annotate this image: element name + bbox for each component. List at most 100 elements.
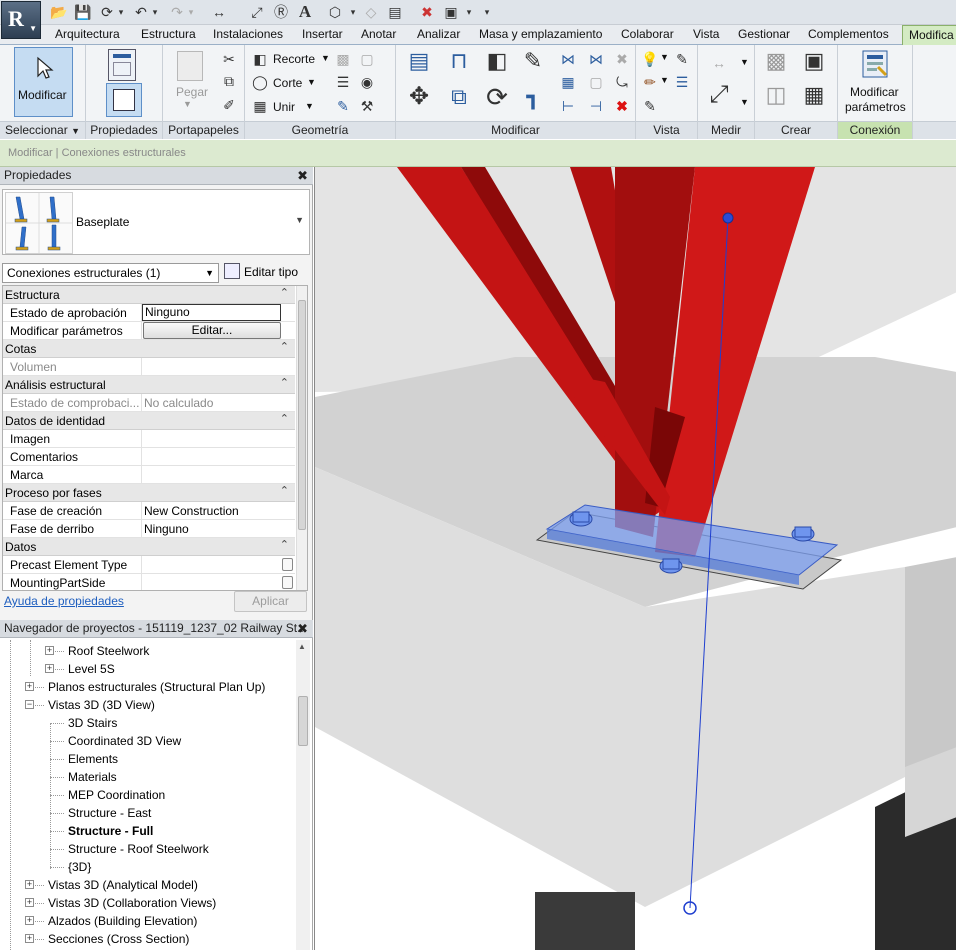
edit-parameters-button[interactable]: Editar... [143,322,281,339]
collapse-chevron-icon[interactable]: ⌃ [280,412,289,425]
collapse-chevron-icon[interactable]: ⌃ [280,484,289,497]
create-group-icon[interactable]: ▦ [799,84,829,113]
property-row[interactable]: Estado de aprobación Ninguno [3,304,295,322]
browser-item[interactable]: Level 5S [68,660,115,678]
property-checkbox[interactable] [282,576,293,589]
cope-label[interactable]: Recorte [273,52,315,66]
switch-windows-icon[interactable]: ▣ [442,3,460,21]
tab-structure[interactable]: Estructura [141,25,196,45]
tab-architecture[interactable]: Arquitectura [55,25,120,45]
browser-item[interactable]: Materials [68,768,117,786]
edit-type-button[interactable]: Editar tipo [224,262,298,282]
property-row[interactable]: Estado de comprobaci... No calculado [3,394,295,412]
browser-scroll-thumb[interactable] [298,696,308,746]
browser-item[interactable]: Planos estructurales (Structural Plan Up… [48,678,265,696]
panel-select-title[interactable]: Seleccionar ▼ [0,121,85,139]
cut-icon[interactable]: ✂ [219,49,239,69]
split-face-icon[interactable]: ▢ [357,49,377,69]
linework-icon[interactable]: ✏ [640,72,660,92]
collapse-chevron-icon[interactable]: ⌃ [280,376,289,389]
property-value-input[interactable]: Ninguno [142,304,281,321]
match-properties-icon[interactable]: ✐ [219,95,239,115]
hide-dropdown-icon[interactable]: ▼ [660,52,669,62]
modify-parameters-icon[interactable] [860,49,890,79]
property-row[interactable]: MountingPartSide [3,574,295,590]
property-group-header[interactable]: Análisis estructural ⌃ [3,376,295,394]
browser-close-icon[interactable]: ✖ [297,620,308,637]
3d-dropdown-icon[interactable]: ▾ [344,3,362,21]
delete-icon[interactable]: ✖ [612,96,632,116]
close-hidden-windows-icon[interactable]: ✖ [418,3,436,21]
property-checkbox[interactable] [282,558,293,571]
tab-collaborate[interactable]: Colaborar [621,25,674,45]
modify-parameters-label-1[interactable]: Modificar [850,85,899,99]
dimension-icon[interactable]: ⤢ [704,83,734,115]
offset-icon[interactable]: ⊓ [444,50,474,79]
browser-scrollbar[interactable]: ▲ [296,640,310,950]
expand-icon[interactable]: + [25,880,34,889]
browser-item[interactable]: Structure - Roof Steelwork [68,840,209,858]
browser-item[interactable]: Structure - Full [68,822,153,840]
browser-item[interactable]: Vistas 3D (Analytical Model) [48,876,198,894]
property-group-header[interactable]: Estructura ⌃ [3,286,295,304]
linework-dropdown-icon[interactable]: ▼ [660,75,669,85]
expand-icon[interactable]: + [25,934,34,943]
browser-item[interactable]: Structure - East [68,804,151,822]
tab-view[interactable]: Vista [693,25,719,45]
extend-multiple-icon[interactable]: ⊢ [558,96,578,116]
browser-item[interactable]: Coordinated 3D View [68,732,181,750]
measure-icon[interactable]: ↔ [210,3,228,21]
paint-icon[interactable]: ✎ [333,96,353,116]
property-group-header[interactable]: Cotas ⌃ [3,340,295,358]
modify-parameters-label-2[interactable]: parámetros [845,100,906,114]
property-row[interactable]: Precast Element Type [3,556,295,574]
browser-item[interactable]: MEP Coordination [68,786,165,804]
join-label[interactable]: Unir [273,100,295,114]
override-graphics-icon[interactable]: ✎ [672,49,692,69]
pin-icon[interactable]: ⤿ [612,72,632,92]
switch-windows-dropdown-icon[interactable]: ▾ [460,3,478,21]
cut-geometry-label[interactable]: Corte [273,76,302,90]
copy-icon[interactable]: ⧉ [219,71,239,91]
tab-systems[interactable]: Instalaciones [213,25,283,45]
analytical-node-top[interactable] [722,212,734,224]
measure-between-icon[interactable]: ↔ [704,53,734,73]
browser-item[interactable]: Vistas 3D (Collaboration Views) [48,894,216,912]
measure-dropdown-icon[interactable]: ▼ [740,57,749,67]
paste-label[interactable]: Pegar [176,85,208,99]
save-icon[interactable]: 💾 [74,3,92,21]
browser-item[interactable]: Elements [68,750,118,768]
create-similar-icon[interactable]: ▣ [799,50,829,79]
cut-dropdown-icon[interactable]: ▼ [307,77,316,87]
browser-item[interactable]: Roof Steelwork [68,642,149,660]
properties-help-link[interactable]: Ayuda de propiedades [4,594,124,608]
default-3d-view-icon[interactable]: ⬡ [326,3,344,21]
browser-item[interactable]: 3D Stairs [68,714,117,732]
property-row[interactable]: Fase de creación New Construction [3,502,295,520]
expand-icon[interactable]: + [25,898,34,907]
browser-item[interactable]: Alzados (Building Elevation) [48,912,197,930]
property-row[interactable]: Volumen [3,358,295,376]
thin-lines-icon[interactable]: ▤ [386,3,404,21]
tab-insert[interactable]: Insertar [302,25,343,45]
open-icon[interactable]: 📂 [50,3,68,21]
align-icon[interactable]: ▤ [404,50,434,79]
close-icon[interactable]: ✖ [297,167,308,184]
unpin-icon[interactable]: ✖ [612,49,632,69]
join-icon[interactable]: ▦ [250,96,270,116]
text-icon[interactable]: A [296,3,314,21]
extend-single-icon[interactable]: ⊣ [586,96,606,116]
property-row[interactable]: Comentarios [3,448,295,466]
mirror-axis-icon[interactable]: ◧ [482,50,512,79]
demolish-icon[interactable]: ⚒ [357,96,377,116]
section-icon[interactable]: ◇ [362,3,380,21]
expand-icon[interactable]: + [45,646,54,655]
browser-item[interactable]: {3D} [68,858,91,876]
rotate-icon[interactable]: ⟳ [482,84,512,115]
mirror-draw-icon[interactable]: ✎ [518,50,548,79]
collapse-icon[interactable]: − [25,700,34,709]
tab-massing-site[interactable]: Masa y emplazamiento [479,25,602,45]
instance-filter-dropdown[interactable]: Conexiones estructurales (1) ▼ [2,263,219,283]
beam-join-icon[interactable]: ☰ [333,72,353,92]
split-element-icon[interactable]: ⋈ [558,49,578,69]
